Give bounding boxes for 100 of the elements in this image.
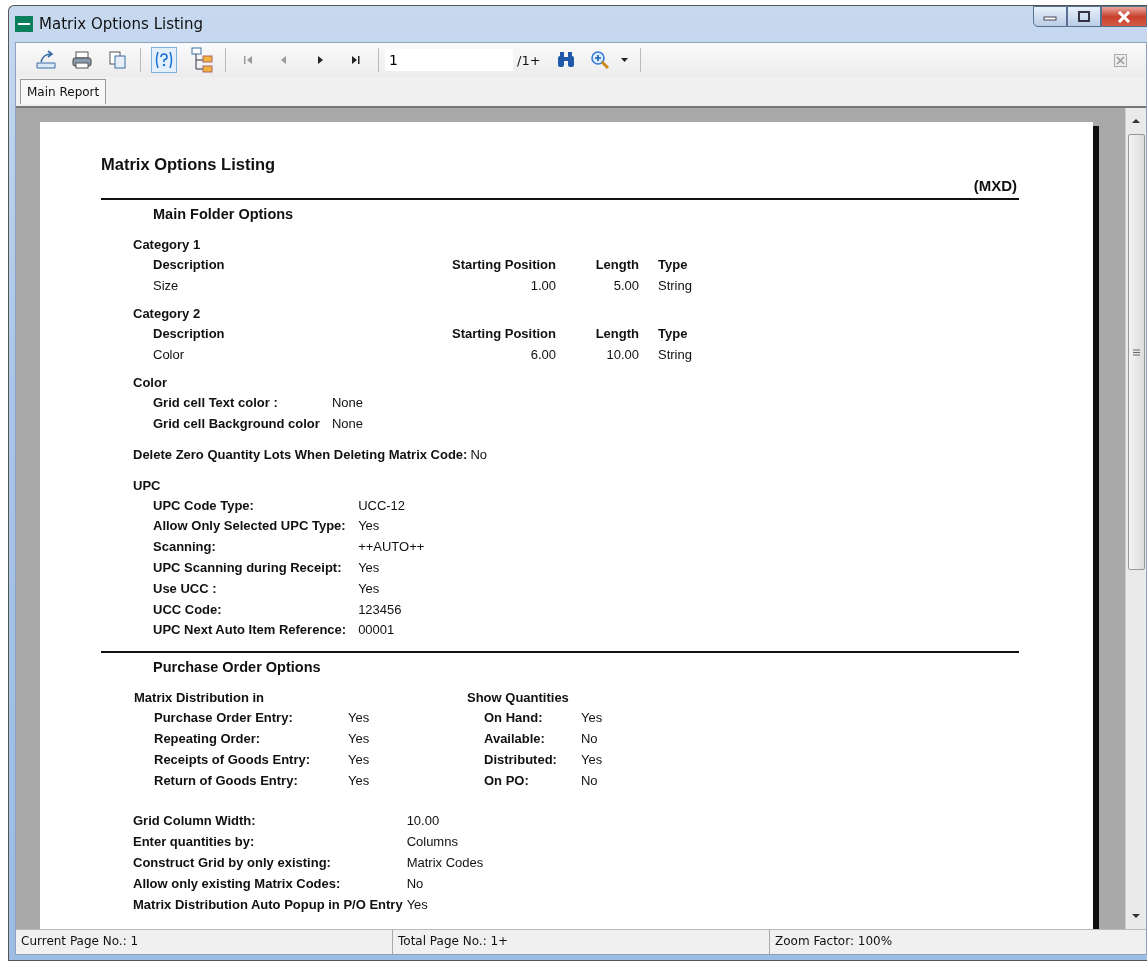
- table-cell-text: 10.00: [605, 345, 639, 364]
- option-value: UCC-12: [358, 496, 407, 515]
- column-header: Description: [153, 256, 226, 274]
- table-cell-text: String: [657, 345, 693, 364]
- option-value: ++AUTO++: [358, 538, 425, 557]
- option-label: Grid cell Text color :: [153, 394, 279, 412]
- status-text: Total Page No.: 1+: [393, 930, 770, 954]
- table-cell-text: Color: [153, 345, 186, 364]
- last-page-icon[interactable]: [349, 53, 363, 67]
- option-label: Distributed:: [484, 750, 557, 769]
- first-page-icon[interactable]: [241, 53, 255, 67]
- option-value: Columns: [406, 833, 459, 852]
- maximize-button[interactable]: [1067, 6, 1101, 27]
- close-icon: [1117, 10, 1131, 23]
- option-value: Yes: [358, 517, 381, 536]
- column-header: Starting Position: [451, 325, 556, 343]
- column-header: Starting Position: [451, 256, 556, 274]
- option-label: Scanning:: [153, 538, 217, 557]
- group-label: Matrix Distribution in: [134, 689, 265, 708]
- option-value: Yes: [348, 771, 370, 790]
- option-value: Yes: [358, 579, 381, 598]
- report-code: (MXD): [972, 177, 1018, 195]
- option-value: Yes: [358, 559, 381, 577]
- option-value: No: [580, 771, 599, 790]
- page-total: /1+: [517, 52, 541, 68]
- option-label: UPC Scanning during Receipt:: [153, 559, 343, 577]
- printer-icon[interactable]: [71, 50, 93, 70]
- column-header: Type: [657, 256, 689, 274]
- option-label: Repeating Order:: [154, 729, 262, 748]
- option-label: Allow Only Selected UPC Type:: [153, 517, 347, 536]
- close-icon[interactable]: [1114, 53, 1127, 67]
- table-cell-text: 1.00: [529, 276, 556, 295]
- option-label: Return of Goods Entry:: [154, 771, 299, 790]
- option-value: 10.00: [406, 812, 441, 831]
- scroll-down-icon[interactable]: [1132, 913, 1140, 919]
- page-number-field[interactable]: 1: [385, 49, 513, 71]
- option-label: Enter quantities by:: [133, 833, 256, 852]
- group-label: Show Quantities: [467, 689, 570, 708]
- option-label: Use UCC :: [153, 579, 218, 598]
- column-header: Type: [657, 325, 689, 343]
- section-heading: Main Folder Options: [152, 205, 295, 224]
- option-value: 123456: [358, 600, 403, 619]
- option-label: On Hand:: [484, 709, 544, 728]
- group-label: Category 2: [132, 305, 202, 323]
- column-header: Length: [594, 256, 639, 274]
- option-value: Yes: [348, 709, 370, 728]
- status-text: Zoom Factor: 100%: [774, 933, 894, 950]
- group-label: Color: [132, 374, 168, 392]
- option-value: Yes: [406, 895, 429, 914]
- option-value: Yes: [580, 709, 603, 728]
- copy-icon[interactable]: [107, 50, 129, 70]
- minimize-button[interactable]: [1033, 6, 1067, 27]
- option-label: Delete Zero Quantity Lots When Deleting Matrix Code:: [133, 445, 468, 464]
- caret-icon[interactable]: [620, 57, 629, 63]
- help-button[interactable]: [151, 47, 177, 73]
- option-label: UPC Next Auto Item Reference:: [153, 621, 347, 640]
- option-value: Yes: [348, 729, 370, 748]
- group-label: Category 1: [132, 236, 202, 254]
- table-cell-text: String: [657, 276, 693, 295]
- export-icon[interactable]: [35, 50, 57, 70]
- option-label: UPC Code Type:: [153, 496, 255, 515]
- option-label: UCC Code:: [153, 600, 223, 619]
- grip-icon: [1132, 348, 1140, 356]
- question-mark-icon: [153, 50, 175, 70]
- option-value: None: [331, 394, 363, 412]
- column-header: Length: [594, 325, 639, 343]
- maximize-icon: [1077, 10, 1091, 23]
- option-value: 00001: [358, 621, 396, 640]
- close-button[interactable]: [1101, 6, 1147, 27]
- status-text: Current Page No.: 1: [16, 930, 393, 954]
- option-label: Matrix Distribution Auto Popup in P/O Entry: [133, 895, 403, 914]
- option-label: Grid cell Background color: [153, 414, 320, 433]
- option-value: Yes: [348, 750, 370, 769]
- binoculars-icon[interactable]: [555, 51, 576, 69]
- group-label: UPC: [132, 476, 162, 495]
- window-title: Matrix Options Listing: [39, 15, 204, 33]
- option-value: No: [580, 729, 599, 748]
- option-value: No: [406, 874, 425, 893]
- table-cell-text: 6.00: [529, 345, 556, 364]
- option-value: No: [470, 445, 488, 464]
- report-title: Matrix Options Listing: [101, 155, 277, 175]
- option-label: Allow only existing Matrix Codes:: [133, 874, 342, 893]
- scroll-up-icon[interactable]: [1132, 118, 1140, 124]
- option-label: Grid Column Width:: [133, 812, 257, 831]
- option-label: Available:: [484, 729, 546, 748]
- option-value: Matrix Codes: [406, 853, 484, 872]
- option-label: On PO:: [484, 771, 530, 790]
- vertical-scrollbar[interactable]: [1125, 108, 1146, 929]
- option-label: Purchase Order Entry:: [154, 709, 294, 728]
- option-value: None: [331, 414, 363, 433]
- report-tab[interactable]: Main Report: [20, 79, 107, 104]
- option-value: Yes: [580, 750, 603, 769]
- tree-icon[interactable]: [190, 47, 214, 73]
- zoom-icon[interactable]: [589, 50, 612, 70]
- option-label: Receipts of Goods Entry:: [154, 750, 311, 769]
- table-cell-text: 5.00: [612, 276, 639, 295]
- column-header: Description: [153, 325, 226, 343]
- option-label: Construct Grid by only existing:: [133, 853, 332, 872]
- table-cell-text: Size: [153, 276, 180, 295]
- app-logo-icon: [15, 16, 33, 32]
